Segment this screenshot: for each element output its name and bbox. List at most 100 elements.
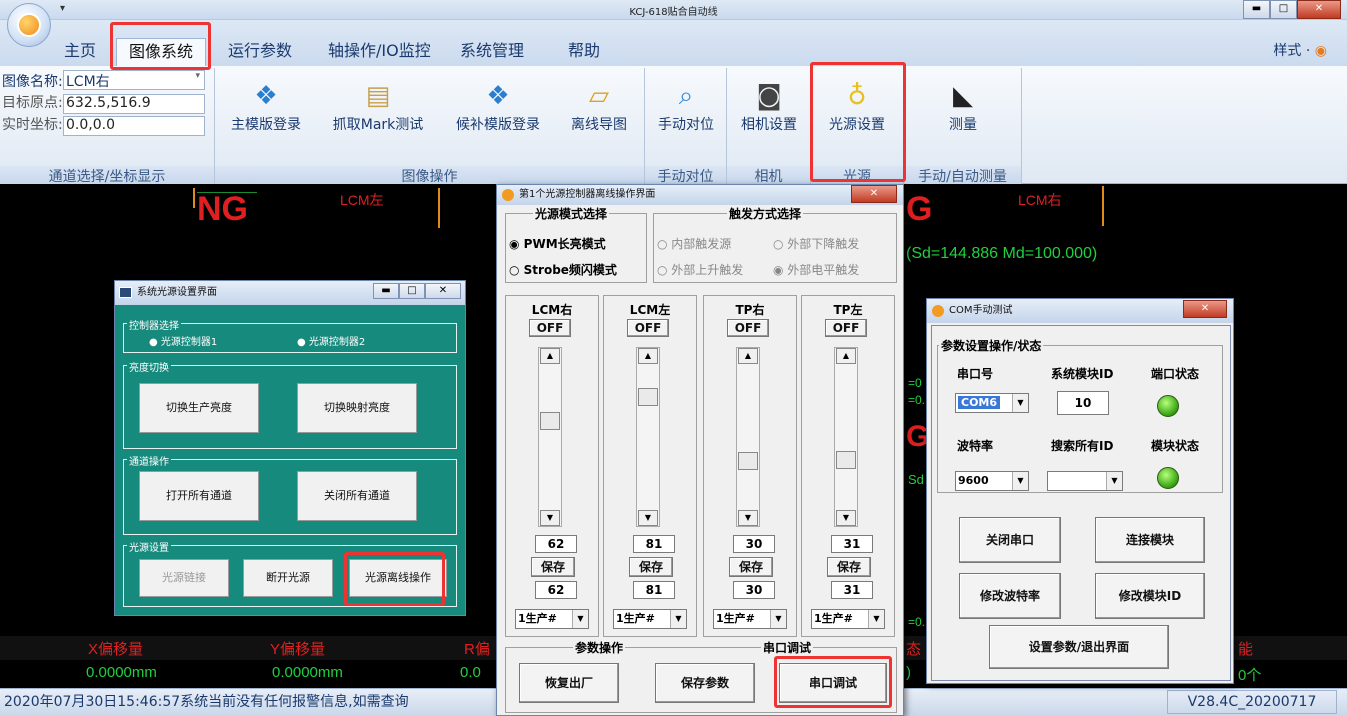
maximize-icon[interactable]: □ <box>1270 0 1297 19</box>
switch-map-brightness-button[interactable]: 切换映射亮度 <box>297 383 417 433</box>
controller2-radio[interactable]: ● 光源控制器2 <box>297 333 365 348</box>
port-select[interactable]: COM6 ▼ <box>955 393 1029 413</box>
set-params-exit-button[interactable]: 设置参数/退出界面 <box>989 625 1169 669</box>
channel-value-field[interactable]: 62 <box>535 535 577 553</box>
channel-saved-value: 30 <box>733 581 775 599</box>
channel-save-button[interactable]: 保存 <box>531 557 575 577</box>
light-setup-legend: 光源设置 <box>127 539 171 554</box>
close-icon[interactable]: ✕ <box>1297 0 1341 19</box>
close-all-channels-button[interactable]: 关闭所有通道 <box>297 471 417 521</box>
sd-fragment: Sd <box>908 472 924 487</box>
connect-module-button[interactable]: 连接模块 <box>1095 517 1205 563</box>
mode-pwm-radio[interactable]: ◉ PWM长亮模式 <box>509 235 606 252</box>
channel-brightness-slider[interactable]: ▲ ▼ <box>736 347 760 527</box>
channel-preset-select[interactable]: 1生产# ▼ <box>713 609 787 629</box>
sd-md-readout: (Sd=144.886 Md=100.000) <box>906 245 1098 262</box>
app-menu-button[interactable] <box>7 3 51 47</box>
close-icon[interactable]: ✕ <box>851 185 897 203</box>
disconnect-light-button[interactable]: 断开光源 <box>243 559 333 597</box>
image-name-select[interactable]: LCM右 ▾ <box>63 70 205 90</box>
open-all-channels-button[interactable]: 打开所有通道 <box>139 471 259 521</box>
switch-production-brightness-button[interactable]: 切换生产亮度 <box>139 383 259 433</box>
trigger-ext-fall-radio[interactable]: ○ 外部下降触发 <box>773 235 859 252</box>
tab-system-manage[interactable]: 系统管理 <box>448 38 536 66</box>
light-setup-button[interactable]: ♁ 光源设置 <box>813 72 901 164</box>
channel-save-button[interactable]: 保存 <box>629 557 673 577</box>
help-icon[interactable]: ◉ <box>1315 43 1327 59</box>
trigger-ext-level-radio[interactable]: ◉ 外部电平触发 <box>773 261 859 278</box>
serial-debug-button[interactable]: 串口调试 <box>779 663 887 703</box>
channel-value-field[interactable]: 30 <box>733 535 775 553</box>
close-icon[interactable]: ✕ <box>425 283 461 299</box>
y-offset-label: Y偏移量 <box>270 641 326 658</box>
scroll-up-icon[interactable]: ▲ <box>836 348 856 364</box>
realtime-coord-label: 实时坐标: <box>2 117 63 133</box>
close-port-button[interactable]: 关闭串口 <box>959 517 1061 563</box>
module-id-input[interactable]: 10 <box>1057 391 1109 415</box>
search-id-select[interactable]: ▼ <box>1047 471 1123 491</box>
close-icon[interactable]: ✕ <box>1183 300 1227 318</box>
tab-run-params[interactable]: 运行参数 <box>216 38 304 66</box>
channel-toggle-button[interactable]: OFF <box>727 319 769 337</box>
coord-fragment-2: =0. <box>908 615 926 629</box>
light-link-button[interactable]: 光源链接 <box>139 559 229 597</box>
slider-thumb[interactable] <box>540 411 560 430</box>
scroll-down-icon[interactable]: ▼ <box>738 510 758 526</box>
window-icon <box>119 287 132 298</box>
slider-thumb[interactable] <box>738 452 758 471</box>
tab-image-system[interactable]: 图像系统 <box>116 38 207 66</box>
sub-template-login-button[interactable]: ❖ 候补模版登录 <box>442 72 554 164</box>
style-menu[interactable]: 样式 · ◉ <box>1273 40 1327 60</box>
slider-thumb[interactable] <box>836 450 856 469</box>
right-label-fragment: 能 <box>1238 641 1254 658</box>
main-template-login-button[interactable]: ❖ 主模版登录 <box>218 72 314 164</box>
scroll-down-icon[interactable]: ▼ <box>638 510 658 526</box>
search-id-label: 搜索所有ID <box>1051 439 1114 453</box>
camera-setup-button[interactable]: ◙ 相机设置 <box>729 72 809 164</box>
port-status-label: 端口状态 <box>1151 367 1200 381</box>
scroll-up-icon[interactable]: ▲ <box>738 348 758 364</box>
channel-value-field[interactable]: 31 <box>831 535 873 553</box>
mode-strobe-radio[interactable]: ○ Strobe频闪模式 <box>509 261 617 278</box>
channel-save-button[interactable]: 保存 <box>827 557 871 577</box>
mark-test-button[interactable]: ▤ 抓取Mark测试 <box>316 72 440 164</box>
scroll-up-icon[interactable]: ▲ <box>540 348 560 364</box>
light-offline-operation-button[interactable]: 光源离线操作 <box>349 559 447 597</box>
crosshair-line <box>193 188 195 208</box>
modify-module-id-button[interactable]: 修改模块ID <box>1095 573 1205 619</box>
controller1-radio[interactable]: ● 光源控制器1 <box>149 333 217 348</box>
minimize-icon[interactable]: ▬ <box>1243 0 1270 19</box>
trigger-internal-radio[interactable]: ○ 内部触发源 <box>657 235 731 252</box>
minimize-icon[interactable]: ▬ <box>373 283 399 299</box>
tab-help[interactable]: 帮助 <box>556 38 612 66</box>
channel-preset-select[interactable]: 1生产# ▼ <box>811 609 885 629</box>
save-params-button[interactable]: 保存参数 <box>655 663 755 703</box>
channel-brightness-slider[interactable]: ▲ ▼ <box>636 347 660 527</box>
scroll-down-icon[interactable]: ▼ <box>540 510 560 526</box>
chevron-down-icon: ▼ <box>770 610 786 628</box>
channel-save-button[interactable]: 保存 <box>729 557 773 577</box>
channel-value-field[interactable]: 81 <box>633 535 675 553</box>
channel-toggle-button[interactable]: OFF <box>529 319 571 337</box>
slider-thumb[interactable] <box>638 387 658 406</box>
tab-axis-io[interactable]: 轴操作/IO监控 <box>316 38 443 66</box>
manual-align-button[interactable]: ⌕ 手动对位 <box>647 72 725 164</box>
offline-nav-button[interactable]: ▱ 离线导图 <box>556 72 642 164</box>
trigger-ext-rise-radio[interactable]: ○ 外部上升触发 <box>657 261 743 278</box>
scroll-up-icon[interactable]: ▲ <box>638 348 658 364</box>
tab-home[interactable]: 主页 <box>52 38 108 66</box>
baud-select[interactable]: 9600 ▼ <box>955 471 1029 491</box>
channel-preset-select[interactable]: 1生产# ▼ <box>613 609 687 629</box>
channel-brightness-slider[interactable]: ▲ ▼ <box>834 347 858 527</box>
quick-access-dropdown[interactable]: ▾ <box>60 3 65 14</box>
magnifier-icon: ⌕ <box>678 81 694 111</box>
modify-baud-button[interactable]: 修改波特率 <box>959 573 1061 619</box>
channel-toggle-button[interactable]: OFF <box>825 319 867 337</box>
restore-factory-button[interactable]: 恢复出厂 <box>519 663 619 703</box>
scroll-down-icon[interactable]: ▼ <box>836 510 856 526</box>
channel-toggle-button[interactable]: OFF <box>627 319 669 337</box>
measure-button[interactable]: ◣ 测量 <box>908 72 1018 164</box>
channel-brightness-slider[interactable]: ▲ ▼ <box>538 347 562 527</box>
channel-preset-select[interactable]: 1生产# ▼ <box>515 609 589 629</box>
maximize-icon[interactable]: □ <box>399 283 425 299</box>
